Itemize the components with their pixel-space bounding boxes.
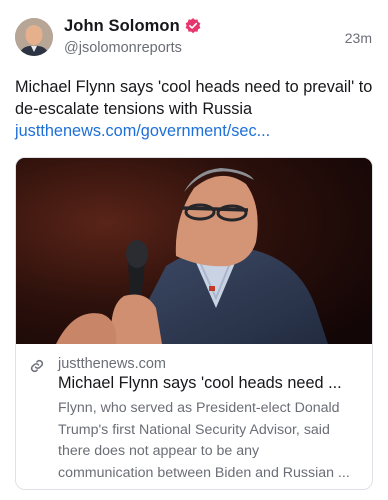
link-icon bbox=[30, 359, 44, 373]
author-avatar[interactable] bbox=[15, 18, 53, 56]
link-preview-image[interactable] bbox=[16, 158, 372, 344]
avatar-photo-icon bbox=[15, 18, 53, 56]
post-text: Michael Flynn says 'cool heads need to p… bbox=[15, 78, 373, 118]
link-card-title[interactable]: Michael Flynn says 'cool heads need ... bbox=[58, 374, 366, 393]
description-line: there does not appear to be any bbox=[58, 443, 260, 459]
verified-badge-icon bbox=[185, 18, 201, 34]
author-handle[interactable]: @jsolomonreports bbox=[64, 40, 182, 56]
speaker-photo-icon bbox=[16, 158, 372, 344]
link-card-domain: justthenews.com bbox=[58, 356, 166, 372]
description-line: Trump's first National Security Advisor,… bbox=[58, 421, 330, 438]
link-preview-card[interactable]: justthenews.com Michael Flynn says 'cool… bbox=[15, 157, 373, 490]
post-timestamp[interactable]: 23m bbox=[345, 30, 372, 46]
post: John Solomon @jsolomonreports 23m Michae… bbox=[0, 0, 388, 500]
author-display-name[interactable]: John Solomon bbox=[64, 17, 180, 36]
description-line: Flynn, who served as President-elect Don… bbox=[58, 400, 340, 416]
description-line: communication between Biden and Russian … bbox=[58, 464, 350, 481]
link-card-description: Flynn, who served as President-elect Don… bbox=[58, 398, 368, 484]
post-link[interactable]: justthenews.com/government/sec... bbox=[15, 120, 270, 142]
